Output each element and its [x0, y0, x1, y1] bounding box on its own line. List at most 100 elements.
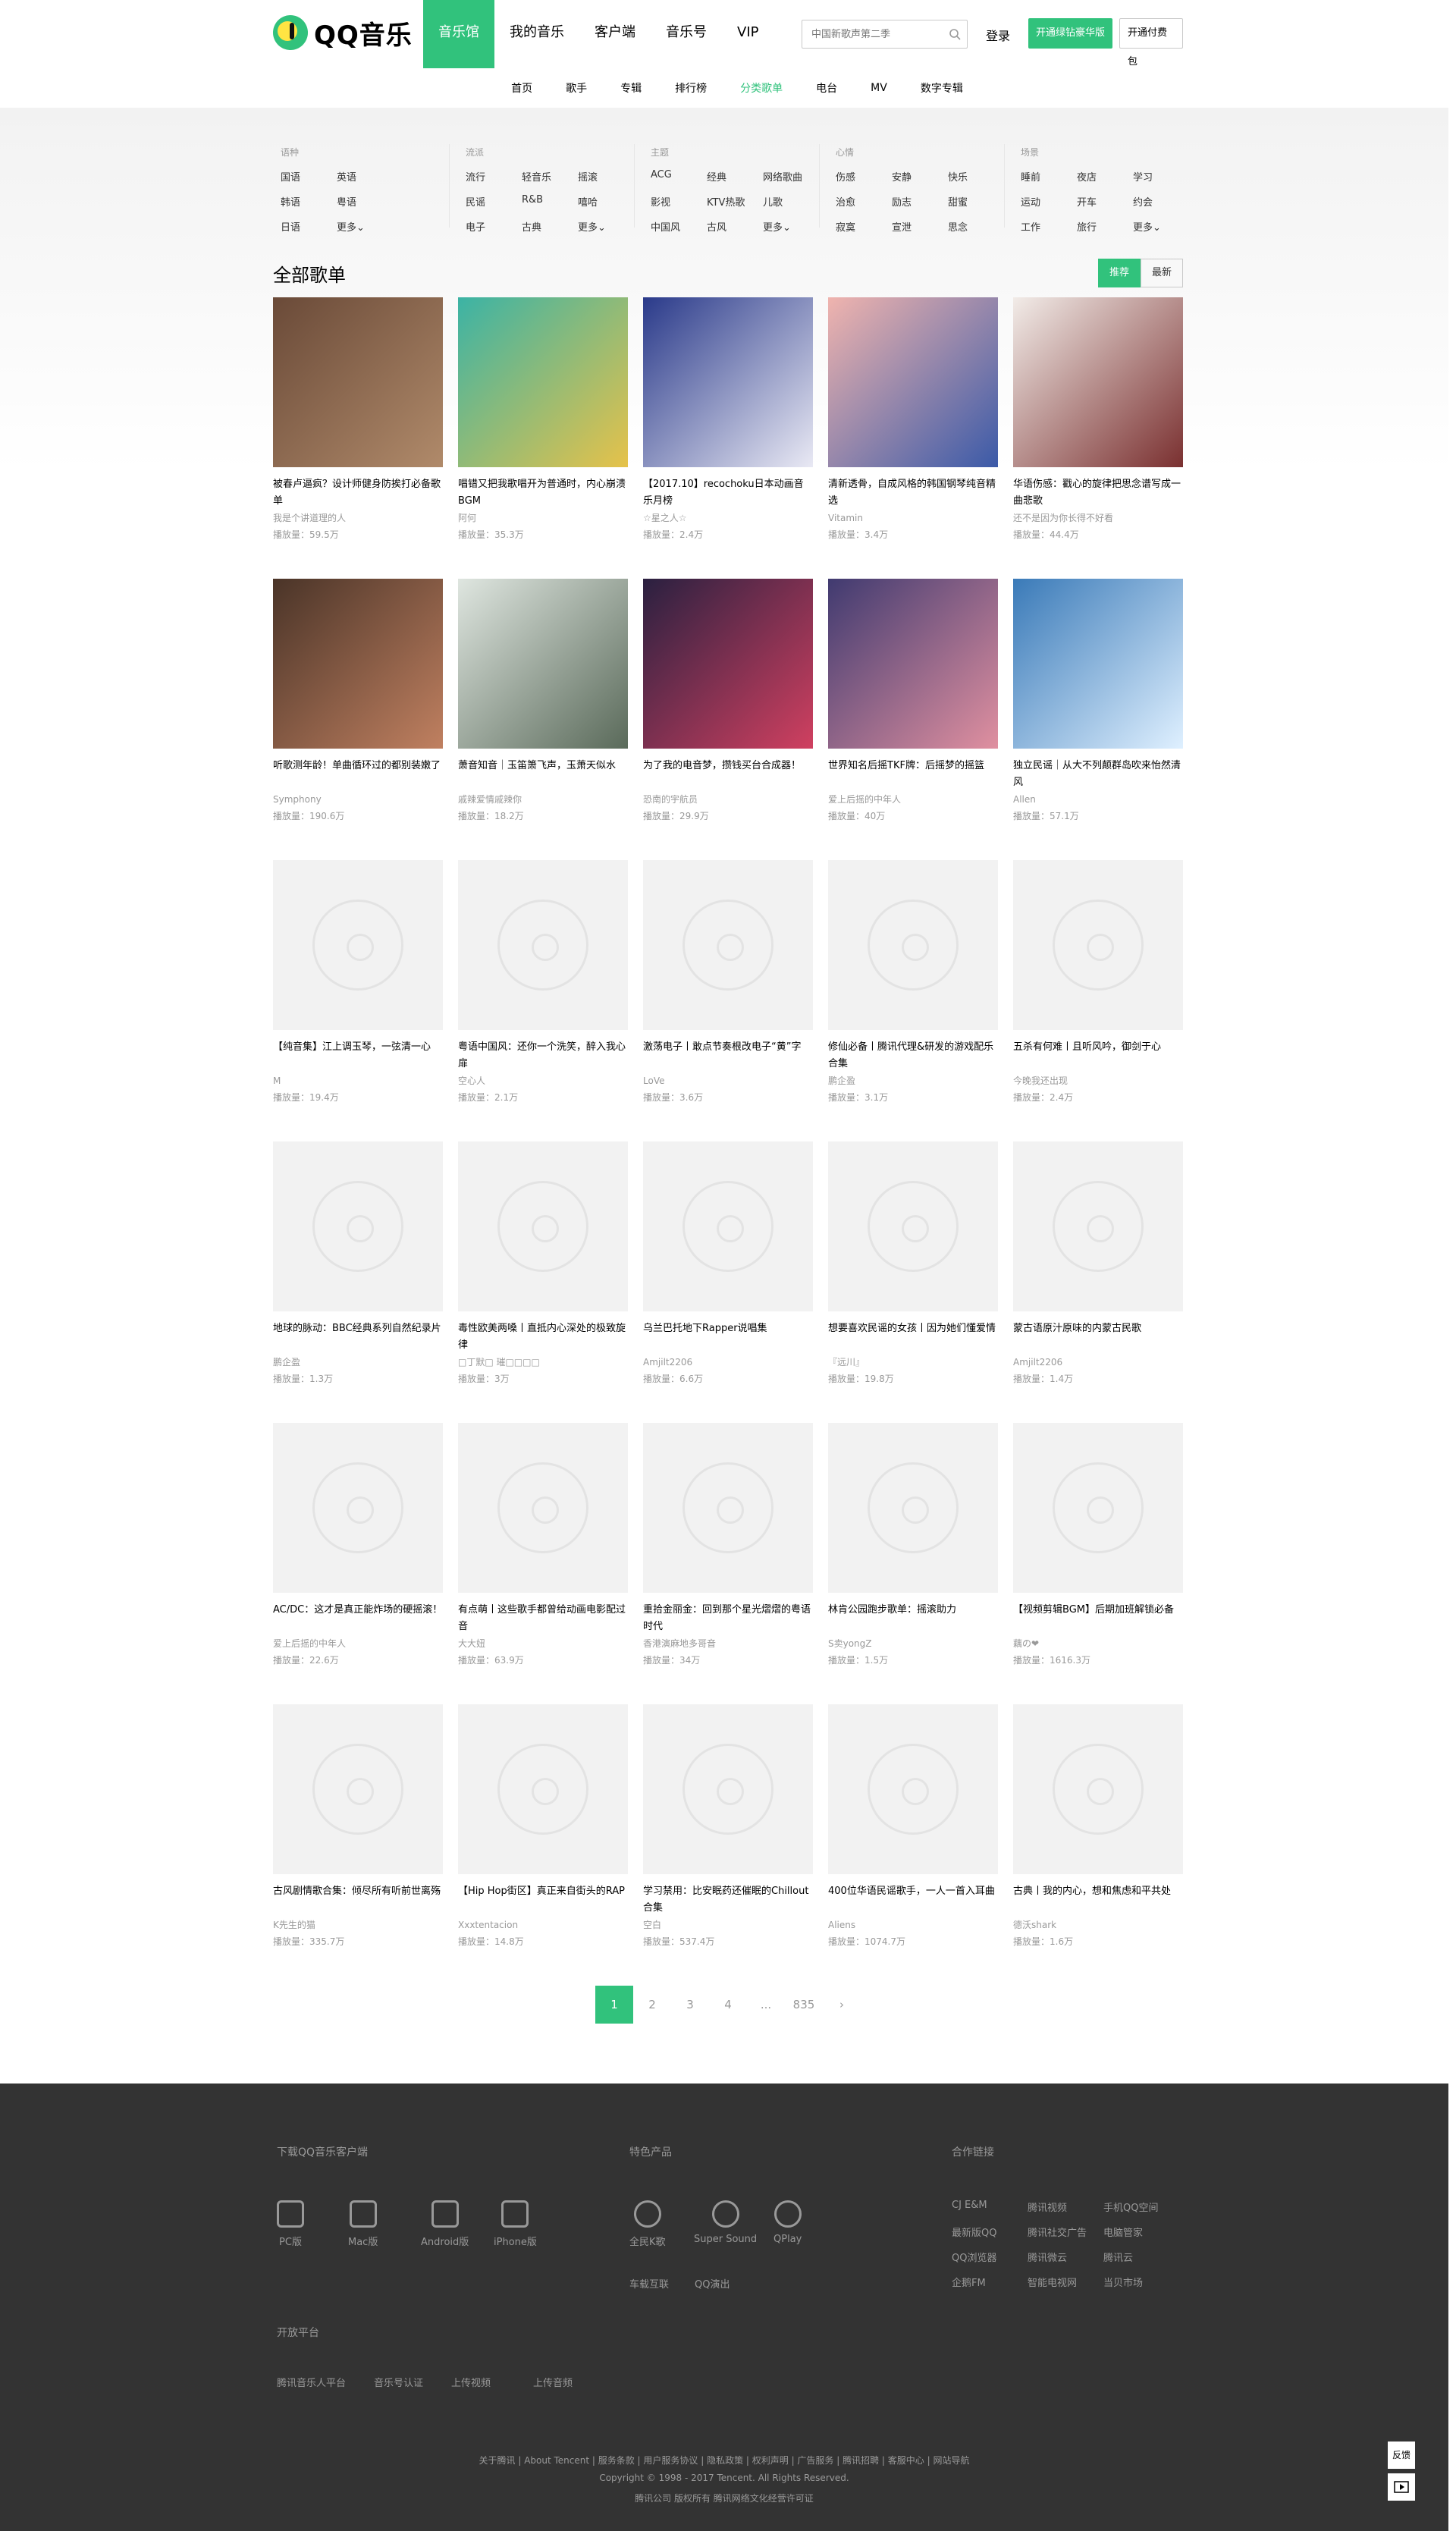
- playlist-title[interactable]: 林肯公园跑步歌单：摇滚助力: [828, 1602, 998, 1635]
- playlist-card[interactable]: 毒性欧美两嗓丨直抵内心深处的极致旋律 □丁默□ 璀□□□□ 播放量：3万: [458, 1141, 628, 1423]
- playlist-card[interactable]: 激荡电子丨敢点节奏根改电子“黄”字 LoVe 播放量：3.6万: [643, 860, 813, 1141]
- playlist-cover[interactable]: [273, 579, 443, 749]
- partner-link[interactable]: 腾讯云: [1103, 2250, 1133, 2264]
- playlist-cover[interactable]: [458, 1423, 628, 1593]
- category-item[interactable]: 励志: [892, 194, 948, 209]
- subnav-home[interactable]: 首页: [511, 80, 532, 96]
- playlist-cover[interactable]: [1013, 579, 1183, 749]
- playlist-card[interactable]: 听歌测年龄！单曲循环过的都别装嫩了 Symphony 播放量：190.6万: [273, 579, 443, 860]
- playlist-title[interactable]: 古典丨我的内心，想和焦虑和平共处: [1013, 1883, 1183, 1917]
- category-item[interactable]: 快乐: [948, 169, 1004, 184]
- playlist-title[interactable]: 有点萌丨这些歌手都曾给动画电影配过音: [458, 1602, 628, 1635]
- playlist-card[interactable]: 400位华语民谣歌手，一人一首入耳曲 Aliens 播放量：1074.7万: [828, 1704, 998, 1986]
- partner-link[interactable]: 腾讯视频: [1028, 2200, 1067, 2214]
- playlist-author[interactable]: Xxxtentacion: [458, 1917, 628, 1933]
- playlist-card[interactable]: 独立民谣｜从大不列颠群岛吹来怡然清风 Allen 播放量：57.1万: [1013, 579, 1183, 860]
- playlist-title[interactable]: AC/DC：这才是真正能炸场的硬摇滚！: [273, 1602, 443, 1635]
- playlist-card[interactable]: 世界知名后摇TKF牌：后摇梦的摇篮 爱上后摇的中年人 播放量：40万: [828, 579, 998, 860]
- page-button[interactable]: 835: [785, 1986, 823, 2024]
- playlist-cover[interactable]: [828, 1423, 998, 1593]
- product-link[interactable]: 车载互联: [629, 2276, 669, 2291]
- playlist-cover[interactable]: [273, 297, 443, 467]
- playlist-card[interactable]: 唱错又把我歌唱开为普通时，内心崩溃BGM 阿何 播放量：35.3万: [458, 297, 628, 579]
- product-link[interactable]: Super Sound: [694, 2200, 757, 2245]
- page-button[interactable]: 1: [595, 1986, 633, 2024]
- category-item[interactable]: 睡前: [1021, 169, 1077, 184]
- playlist-title[interactable]: 粤语中国风：还你一个洗笑，醉入我心扉: [458, 1039, 628, 1072]
- category-item[interactable]: KTV热歌: [707, 194, 763, 209]
- playlist-card[interactable]: 学习禁用：比安眠药还催眠的Chillout合集 空白 播放量：537.4万: [643, 1704, 813, 1986]
- playlist-title[interactable]: 修仙必备丨腾讯代理&研发的游戏配乐合集: [828, 1039, 998, 1072]
- playlist-author[interactable]: S卖yongZ: [828, 1635, 998, 1652]
- nav-client[interactable]: 客户端: [579, 0, 651, 68]
- category-item[interactable]: 更多⌄: [1133, 219, 1189, 234]
- playlist-author[interactable]: 爱上后摇的中年人: [273, 1635, 443, 1652]
- playlist-author[interactable]: LoVe: [643, 1072, 813, 1089]
- playlist-card[interactable]: 为了我的电音梦，攒钱买台合成器！ 恐南的宇航员 播放量：29.9万: [643, 579, 813, 860]
- category-item[interactable]: 旅行: [1077, 219, 1133, 234]
- category-item[interactable]: 古风: [707, 219, 763, 234]
- playlist-author[interactable]: 恐南的宇航员: [643, 791, 813, 808]
- playlist-cover[interactable]: [828, 1704, 998, 1874]
- category-item[interactable]: ACG: [651, 169, 707, 184]
- playlist-title[interactable]: 萧音知音｜玉笛箫飞声，玉萧天似水: [458, 758, 628, 791]
- playlist-title[interactable]: 五杀有何难丨且听风吟，御剑于心: [1013, 1039, 1183, 1072]
- category-item[interactable]: 儿歌: [763, 194, 819, 209]
- partner-link[interactable]: 当贝市场: [1103, 2275, 1143, 2289]
- product-link[interactable]: QPlay: [774, 2200, 802, 2245]
- partner-link[interactable]: 腾讯社交广告: [1028, 2225, 1087, 2239]
- playlist-author[interactable]: 阿何: [458, 510, 628, 526]
- playlist-title[interactable]: 重拾金丽金：回到那个星光熠熠的粤语时代: [643, 1602, 813, 1635]
- category-item[interactable]: 更多⌄: [763, 219, 819, 234]
- open-green-diamond-button[interactable]: 开通绿钻豪华版: [1028, 18, 1113, 49]
- playlist-title[interactable]: 【2017.10】recochoku日本动画音乐月榜: [643, 476, 813, 510]
- playlist-author[interactable]: Aliens: [828, 1917, 998, 1933]
- playlist-cover[interactable]: [828, 579, 998, 749]
- feedback-button[interactable]: 反馈: [1388, 2442, 1415, 2469]
- download-apple[interactable]: iPhone版: [494, 2200, 537, 2248]
- playlist-card[interactable]: 萧音知音｜玉笛箫飞声，玉萧天似水 戚辣爱情戚辣你 播放量：18.2万: [458, 579, 628, 860]
- playlist-card[interactable]: 林肯公园跑步歌单：摇滚助力 S卖yongZ 播放量：1.5万: [828, 1423, 998, 1704]
- playlist-cover[interactable]: [643, 1423, 813, 1593]
- nav-music-hall[interactable]: 音乐馆: [423, 0, 494, 68]
- download-mac[interactable]: Mac版: [348, 2200, 378, 2248]
- playlist-card[interactable]: 地球的脉动：BBC经典系列自然纪录片 鹏企盈 播放量：1.3万: [273, 1141, 443, 1423]
- playlist-author[interactable]: 空白: [643, 1917, 813, 1933]
- playlist-cover[interactable]: [828, 860, 998, 1030]
- partner-link[interactable]: QQ浏览器: [952, 2250, 996, 2264]
- login-link[interactable]: 登录: [986, 26, 1010, 44]
- playlist-author[interactable]: Amjilt2206: [1013, 1354, 1183, 1371]
- search-input[interactable]: [802, 20, 939, 48]
- playlist-cover[interactable]: [643, 579, 813, 749]
- playlist-cover[interactable]: [1013, 1423, 1183, 1593]
- subnav-mv[interactable]: MV: [871, 82, 887, 94]
- partner-link[interactable]: 电脑管家: [1103, 2225, 1143, 2239]
- playlist-author[interactable]: M: [273, 1072, 443, 1089]
- nav-music-account[interactable]: 音乐号: [651, 0, 722, 68]
- sort-recommended-button[interactable]: 推荐: [1097, 259, 1141, 287]
- playlist-title[interactable]: 【视频剪辑BGM】后期加班解锁必备: [1013, 1602, 1183, 1635]
- playlist-card[interactable]: 粤语中国风：还你一个洗笑，醉入我心扉 空心人 播放量：2.1万: [458, 860, 628, 1141]
- partner-link[interactable]: CJ E&M: [952, 2200, 987, 2211]
- playlist-author[interactable]: 戚辣爱情戚辣你: [458, 791, 628, 808]
- playlist-card[interactable]: 古风剧情歌合集：倾尽所有听前世离殇 K先生的猫 播放量：335.7万: [273, 1704, 443, 1986]
- category-item[interactable]: 流行: [466, 169, 522, 184]
- category-item[interactable]: 英语: [337, 169, 393, 184]
- playlist-author[interactable]: ☆星之人☆: [643, 510, 813, 526]
- playlist-card[interactable]: 【视频剪辑BGM】后期加班解锁必备 藕の❤ 播放量：1616.3万: [1013, 1423, 1183, 1704]
- partner-link[interactable]: 手机QQ空间: [1103, 2200, 1158, 2214]
- category-item[interactable]: 嘻哈: [578, 194, 634, 209]
- playlist-title[interactable]: 唱错又把我歌唱开为普通时，内心崩溃BGM: [458, 476, 628, 510]
- playlist-author[interactable]: 空心人: [458, 1072, 628, 1089]
- playlist-title[interactable]: 学习禁用：比安眠药还催眠的Chillout合集: [643, 1883, 813, 1917]
- page-button[interactable]: 4: [709, 1986, 747, 2024]
- playlist-card[interactable]: 华语伤感：戳心的旋律把思念谱写成一曲悲歌 还不是因为你长得不好看 播放量：44.4万: [1013, 297, 1183, 579]
- category-item[interactable]: 更多⌄: [578, 219, 634, 234]
- category-item[interactable]: 轻音乐: [522, 169, 578, 184]
- next-page-button[interactable]: ›: [823, 1986, 861, 2024]
- playlist-cover[interactable]: [1013, 1141, 1183, 1311]
- playlist-card[interactable]: 乌兰巴托地下Rapper说唱集 Amjilt2206 播放量：6.6万: [643, 1141, 813, 1423]
- category-item[interactable]: 更多⌄: [337, 219, 393, 234]
- playlist-cover[interactable]: [1013, 1704, 1183, 1874]
- category-item[interactable]: 中国风: [651, 219, 707, 234]
